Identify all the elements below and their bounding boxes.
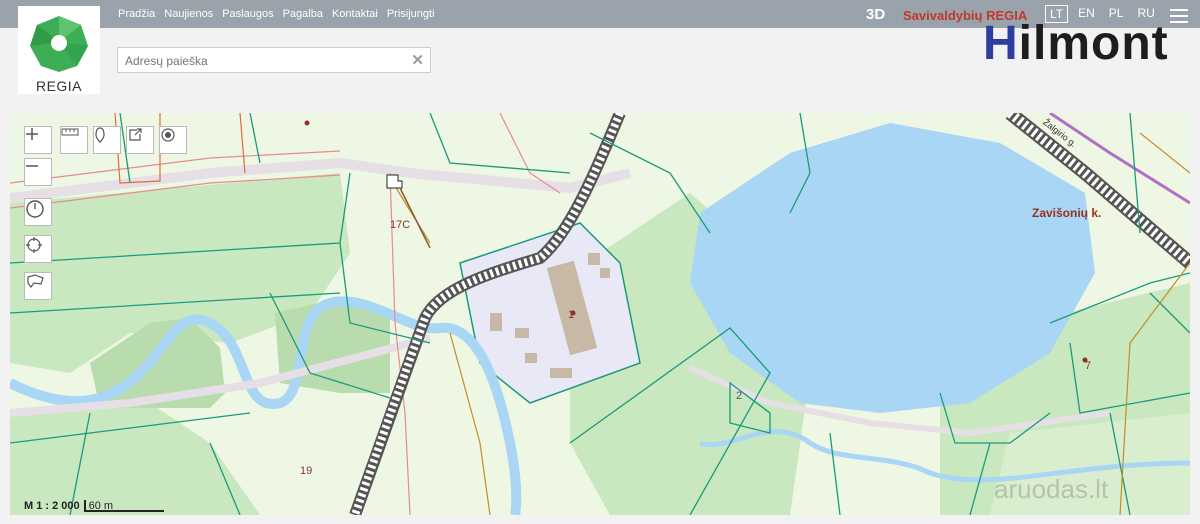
history-button[interactable] — [24, 198, 52, 226]
building — [588, 253, 600, 265]
nav-item-kontaktai[interactable]: Kontaktai — [332, 8, 378, 20]
nav-item-paslaugos[interactable]: Paslaugos — [222, 8, 273, 20]
share-button[interactable] — [126, 126, 154, 154]
building — [525, 353, 537, 363]
measure-button[interactable] — [60, 126, 88, 154]
brand-rest: ilmont — [1018, 17, 1169, 70]
nav-item-naujienos[interactable]: Naujienos — [164, 8, 213, 20]
polygon-select-icon — [27, 274, 44, 288]
clear-icon[interactable]: ✕ — [411, 51, 424, 69]
parcel-label-7: 7 — [1085, 360, 1092, 372]
search-input[interactable] — [123, 52, 407, 70]
map-canvas — [10, 113, 1190, 515]
brand-first-letter: H — [983, 17, 1019, 70]
watermark: aruodas.lt — [994, 474, 1109, 504]
parcel-label-2: 2 — [736, 390, 743, 402]
regia-logo-icon — [30, 16, 88, 72]
history-clock-icon — [26, 200, 44, 218]
nav-item-pagalba[interactable]: Pagalba — [283, 8, 323, 20]
hilmont-brand: Hilmont — [983, 16, 1169, 72]
logo-text: REGIA — [35, 78, 83, 94]
zoom-out-icon — [26, 165, 38, 167]
hamburger-icon[interactable] — [1170, 6, 1188, 23]
measure-ruler-icon — [61, 128, 79, 136]
marker-button[interactable] — [93, 126, 121, 154]
share-icon — [129, 128, 142, 141]
marker-icon — [95, 127, 105, 143]
zoom-out-button[interactable] — [24, 158, 52, 186]
scale-ratio: M 1 : 2 000 — [24, 500, 80, 512]
nav-item-pradzia[interactable]: Pradžia — [118, 8, 155, 20]
parcel-label-19: 19 — [300, 465, 313, 477]
map-view[interactable]: 17C 1 2 7 19 Zavišonių k. Žalgirio g. M … — [10, 113, 1190, 515]
locate-button[interactable] — [159, 126, 187, 154]
3d-button[interactable]: 3D — [866, 6, 885, 23]
place-name-label: Zavišonių k. — [1032, 206, 1102, 220]
scale-bar: 60 m — [83, 500, 164, 512]
zoom-in-icon — [26, 128, 38, 140]
regia-logo[interactable]: REGIA — [18, 6, 100, 94]
parcel-label-17c: 17C — [390, 219, 411, 231]
address-search: ✕ — [117, 47, 431, 73]
main-nav: Pradžia Naujienos Paslaugos Pagalba Kont… — [118, 0, 435, 28]
building — [490, 313, 502, 331]
nav-item-prisijungti[interactable]: Prisijungti — [387, 8, 435, 20]
building — [600, 268, 610, 278]
crosshair-button[interactable] — [24, 235, 52, 263]
polygon-select-button[interactable] — [24, 272, 52, 300]
parcel-label-1: 1 — [568, 309, 575, 321]
zoom-in-button[interactable] — [24, 126, 52, 154]
building — [550, 368, 572, 378]
building — [515, 328, 529, 338]
crosshair-icon — [26, 237, 42, 253]
locate-target-icon — [161, 128, 175, 142]
map-scale: M 1 : 2 000 60 m — [24, 500, 164, 512]
parcel-point — [304, 120, 310, 126]
